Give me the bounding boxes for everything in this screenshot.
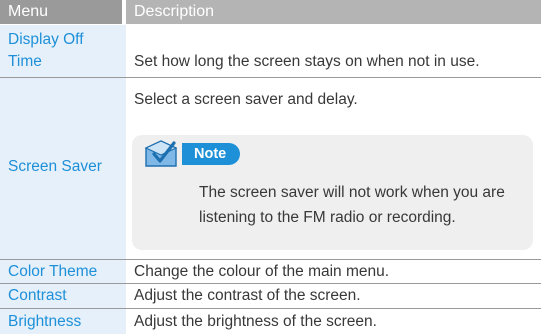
description-text: Set how long the screen stays on when no… bbox=[134, 53, 480, 70]
description-screen-saver: Select a screen saver and delay. bbox=[134, 91, 358, 108]
settings-table: Menu Description Display Off Time Set ho… bbox=[0, 0, 541, 334]
menu-contrast: Contrast bbox=[8, 287, 67, 304]
menu-display-off-time: Display Off Time bbox=[8, 31, 84, 70]
note-text: The screen saver will not work when you … bbox=[199, 184, 505, 226]
menu-color-theme: Color Theme bbox=[8, 263, 98, 280]
menu-screen-saver: Screen Saver bbox=[8, 158, 102, 175]
checkbox-note-icon bbox=[143, 137, 179, 171]
header-description-label: Description bbox=[126, 0, 541, 24]
header-menu-label: Menu bbox=[0, 0, 122, 24]
description-display-off-time: Set how long the screen stays on when no… bbox=[126, 25, 541, 77]
note-label: Note bbox=[182, 143, 241, 165]
description-color-theme: Change the colour of the main menu. bbox=[134, 263, 390, 280]
description-contrast: Adjust the contrast of the screen. bbox=[134, 287, 361, 304]
description-brightness: Adjust the brightness of the screen. bbox=[134, 313, 377, 330]
menu-brightness: Brightness bbox=[8, 313, 82, 330]
